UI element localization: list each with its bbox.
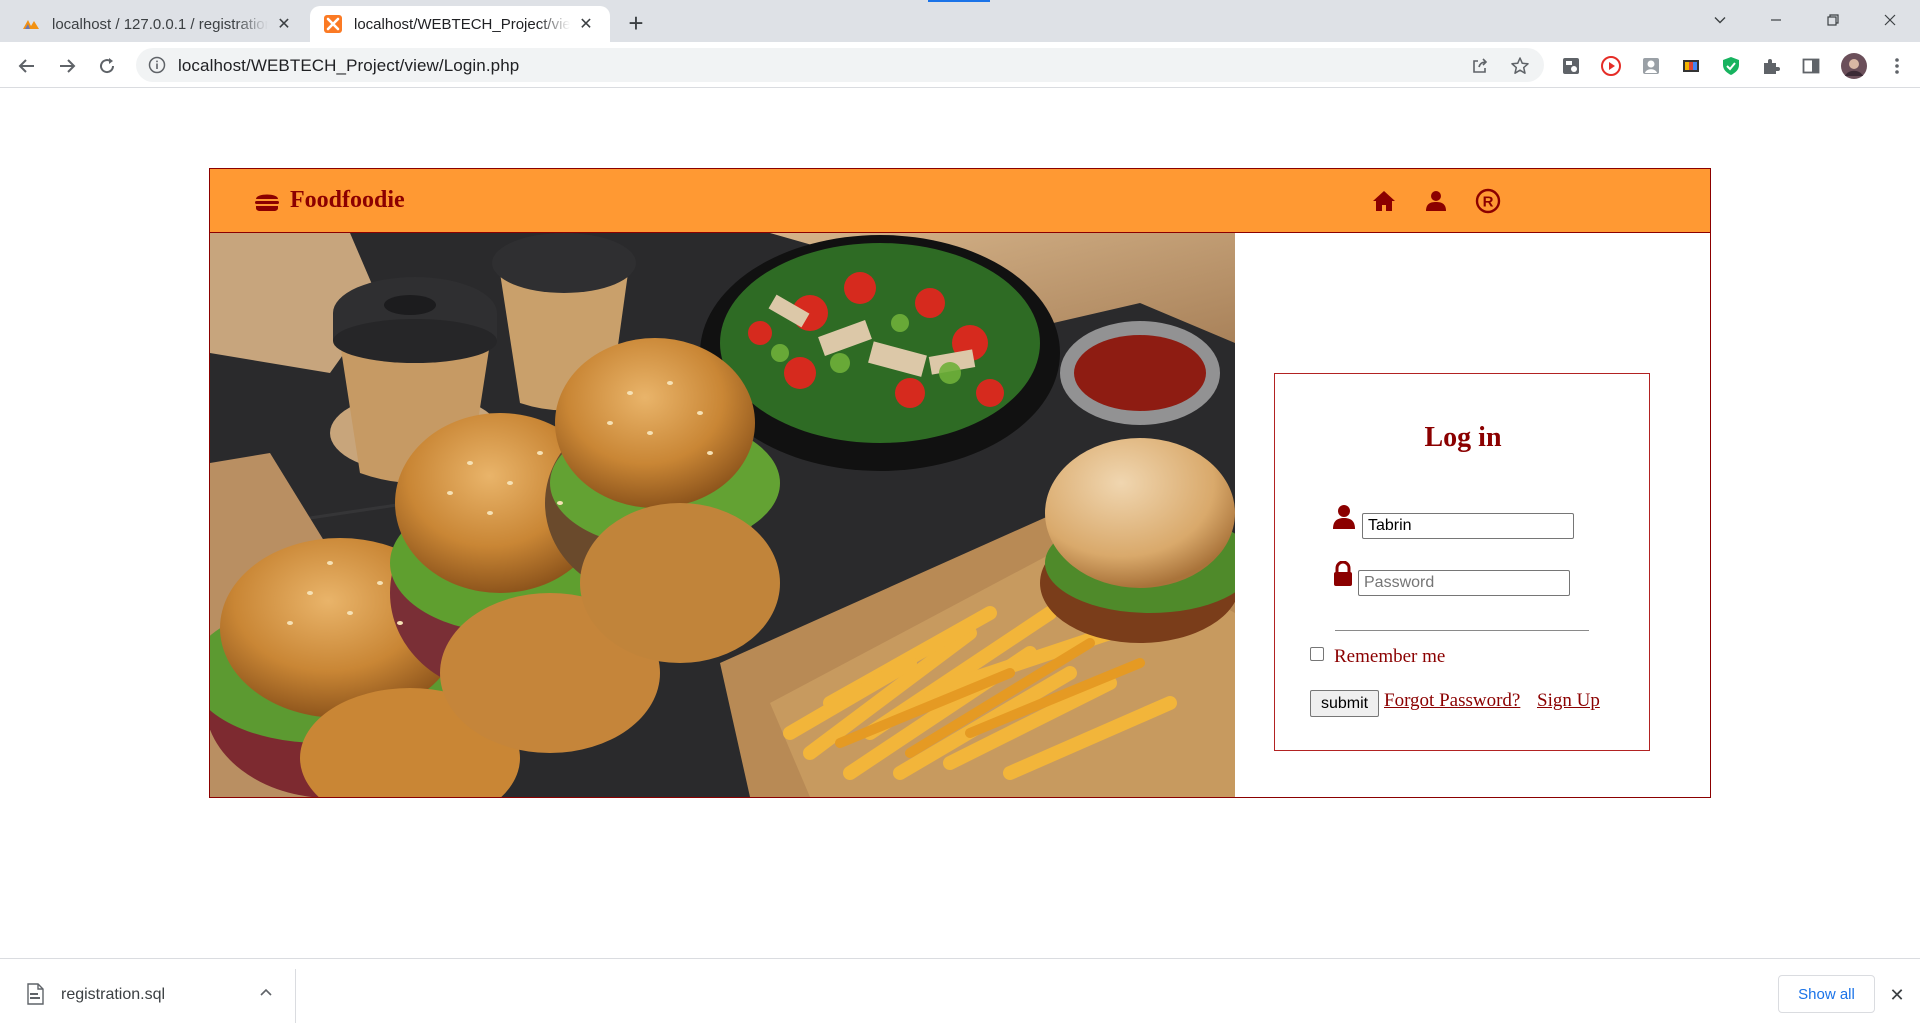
forgot-password-link[interactable]: Forgot Password? xyxy=(1384,690,1520,712)
login-title: Log in xyxy=(1424,422,1502,453)
svg-text:R: R xyxy=(1483,194,1494,211)
username-input[interactable] xyxy=(1362,513,1574,539)
burger-icon xyxy=(255,194,279,211)
lock-icon xyxy=(1334,561,1352,586)
remember-checkbox[interactable] xyxy=(1310,647,1324,661)
extension-play-icon[interactable] xyxy=(1600,55,1622,77)
browser-toolbar: localhost/WEBTECH_Project/view/Login.php xyxy=(0,42,1920,88)
tab-title: localhost/WEBTECH_Project/view/Login.php xyxy=(354,15,570,33)
show-all-button[interactable]: Show all xyxy=(1778,975,1875,1013)
xampp-icon xyxy=(324,15,342,33)
new-tab-button[interactable]: + xyxy=(618,8,654,38)
close-icon[interactable]: ✕ xyxy=(274,14,294,34)
side-panel-icon[interactable] xyxy=(1800,55,1822,77)
close-icon[interactable]: ✕ xyxy=(1885,983,1909,1007)
site-container: Foodfoodie R Log in Tabrin Remember me s… xyxy=(209,168,1711,798)
url-text[interactable]: localhost/WEBTECH_Project/view/Login.php xyxy=(178,56,519,76)
extension-profile-icon[interactable] xyxy=(1640,55,1662,77)
hero-food-image xyxy=(210,233,1235,797)
tab-login-page[interactable]: localhost/WEBTECH_Project/view/Login.php… xyxy=(310,6,610,42)
divider xyxy=(1335,630,1589,631)
file-icon xyxy=(27,983,44,1005)
submit-button[interactable]: submit xyxy=(1310,690,1379,717)
password-input[interactable] xyxy=(1358,570,1570,596)
extension-shield-icon[interactable] xyxy=(1720,55,1742,77)
sign-up-link[interactable]: Sign Up xyxy=(1537,690,1600,712)
window-close-icon[interactable] xyxy=(1862,0,1918,40)
remember-label[interactable]: Remember me xyxy=(1334,646,1445,668)
bookmark-star-icon[interactable] xyxy=(1510,56,1530,76)
divider xyxy=(295,969,296,1023)
extension-doc-icon[interactable] xyxy=(1560,55,1582,77)
registered-icon[interactable]: R xyxy=(1474,187,1502,215)
back-icon[interactable] xyxy=(11,50,43,82)
info-icon[interactable] xyxy=(148,56,166,74)
download-bar: registration.sql Show all ✕ xyxy=(0,958,1920,1030)
tab-title: localhost / 127.0.0.1 / registration xyxy=(52,15,268,33)
brand[interactable]: Foodfoodie xyxy=(254,187,405,214)
forward-icon[interactable] xyxy=(51,50,83,82)
tab-phpmyadmin[interactable]: localhost / 127.0.0.1 / registration ✕ xyxy=(8,6,308,42)
address-bar[interactable]: localhost/WEBTECH_Project/view/Login.php xyxy=(136,48,1544,82)
share-icon[interactable] xyxy=(1470,56,1490,76)
user-icon[interactable] xyxy=(1422,187,1450,215)
home-icon[interactable] xyxy=(1370,187,1398,215)
tab-search-chevron-icon[interactable] xyxy=(1692,0,1748,40)
login-form: Log in Remember me submit Forgot Passwor… xyxy=(1274,373,1650,751)
phpmyadmin-icon xyxy=(23,20,39,29)
profile-avatar-icon[interactable] xyxy=(1841,53,1867,79)
menu-kebab-icon[interactable] xyxy=(1886,55,1908,77)
minimize-icon[interactable] xyxy=(1748,0,1804,40)
reload-icon[interactable] xyxy=(91,50,123,82)
tab-search-indicator xyxy=(928,0,990,2)
site-header: Foodfoodie R xyxy=(210,169,1710,233)
tab-strip: localhost / 127.0.0.1 / registration ✕ l… xyxy=(0,0,1920,42)
extensions-puzzle-icon[interactable] xyxy=(1760,55,1782,77)
brand-name: Foodfoodie xyxy=(290,187,405,213)
user-icon xyxy=(1333,505,1355,529)
chevron-up-icon[interactable] xyxy=(256,983,276,1003)
close-icon[interactable]: ✕ xyxy=(576,14,596,34)
extension-colors-icon[interactable] xyxy=(1680,55,1702,77)
download-file-name[interactable]: registration.sql xyxy=(61,986,165,1004)
restore-icon[interactable] xyxy=(1805,0,1861,40)
